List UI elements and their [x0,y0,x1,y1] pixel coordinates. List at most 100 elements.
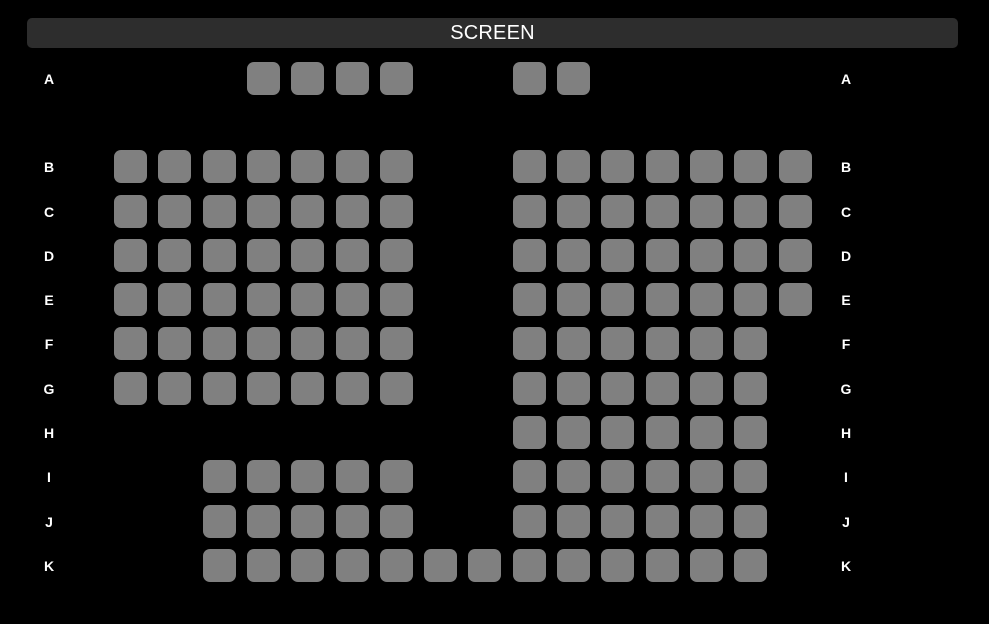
seat-k-10[interactable] [513,549,546,582]
seat-i-7[interactable] [380,460,413,493]
seat-h-10[interactable] [513,416,546,449]
seat-d-2[interactable] [158,239,191,272]
seat-c-1[interactable] [114,195,147,228]
seat-b-1[interactable] [114,150,147,183]
seat-d-16[interactable] [779,239,812,272]
seat-c-14[interactable] [690,195,723,228]
seat-g-7[interactable] [380,372,413,405]
seat-d-4[interactable] [247,239,280,272]
seat-j-3[interactable] [203,505,236,538]
seat-i-10[interactable] [513,460,546,493]
seat-g-13[interactable] [646,372,679,405]
seat-c-4[interactable] [247,195,280,228]
seat-d-10[interactable] [513,239,546,272]
seat-e-11[interactable] [557,283,590,316]
seat-g-6[interactable] [336,372,369,405]
seat-e-7[interactable] [380,283,413,316]
seat-k-5[interactable] [291,549,324,582]
seat-e-12[interactable] [601,283,634,316]
seat-b-2[interactable] [158,150,191,183]
seat-g-1[interactable] [114,372,147,405]
seat-k-4[interactable] [247,549,280,582]
seat-j-5[interactable] [291,505,324,538]
seat-k-15[interactable] [734,549,767,582]
seat-c-7[interactable] [380,195,413,228]
seat-d-13[interactable] [646,239,679,272]
seat-d-15[interactable] [734,239,767,272]
seat-i-12[interactable] [601,460,634,493]
seat-g-5[interactable] [291,372,324,405]
seat-j-11[interactable] [557,505,590,538]
seat-h-12[interactable] [601,416,634,449]
seat-j-10[interactable] [513,505,546,538]
seat-d-12[interactable] [601,239,634,272]
seat-b-14[interactable] [690,150,723,183]
seat-a-10[interactable] [513,62,546,95]
seat-i-3[interactable] [203,460,236,493]
seat-k-9[interactable] [468,549,501,582]
seat-d-7[interactable] [380,239,413,272]
seat-h-14[interactable] [690,416,723,449]
seat-k-8[interactable] [424,549,457,582]
seat-k-6[interactable] [336,549,369,582]
seat-i-4[interactable] [247,460,280,493]
seat-g-11[interactable] [557,372,590,405]
seat-d-6[interactable] [336,239,369,272]
seat-c-15[interactable] [734,195,767,228]
seat-g-12[interactable] [601,372,634,405]
seat-e-2[interactable] [158,283,191,316]
seat-e-4[interactable] [247,283,280,316]
seat-g-3[interactable] [203,372,236,405]
seat-f-11[interactable] [557,327,590,360]
seat-c-5[interactable] [291,195,324,228]
seat-e-14[interactable] [690,283,723,316]
seat-a-5[interactable] [291,62,324,95]
seat-f-6[interactable] [336,327,369,360]
seat-b-6[interactable] [336,150,369,183]
seat-f-10[interactable] [513,327,546,360]
seat-f-7[interactable] [380,327,413,360]
seat-b-4[interactable] [247,150,280,183]
seat-c-12[interactable] [601,195,634,228]
seat-e-10[interactable] [513,283,546,316]
seat-g-2[interactable] [158,372,191,405]
seat-j-15[interactable] [734,505,767,538]
seat-b-15[interactable] [734,150,767,183]
seat-a-11[interactable] [557,62,590,95]
seat-b-5[interactable] [291,150,324,183]
seat-e-5[interactable] [291,283,324,316]
seat-f-2[interactable] [158,327,191,360]
seat-j-13[interactable] [646,505,679,538]
seat-j-6[interactable] [336,505,369,538]
seat-j-14[interactable] [690,505,723,538]
seat-h-15[interactable] [734,416,767,449]
seat-e-13[interactable] [646,283,679,316]
seat-g-10[interactable] [513,372,546,405]
seat-e-16[interactable] [779,283,812,316]
seat-d-14[interactable] [690,239,723,272]
seat-c-2[interactable] [158,195,191,228]
seat-f-12[interactable] [601,327,634,360]
seat-k-14[interactable] [690,549,723,582]
seat-f-13[interactable] [646,327,679,360]
seat-k-7[interactable] [380,549,413,582]
seat-c-16[interactable] [779,195,812,228]
seat-c-13[interactable] [646,195,679,228]
seat-f-3[interactable] [203,327,236,360]
seat-b-3[interactable] [203,150,236,183]
seat-k-11[interactable] [557,549,590,582]
seat-g-4[interactable] [247,372,280,405]
seat-b-11[interactable] [557,150,590,183]
seat-e-15[interactable] [734,283,767,316]
seat-j-12[interactable] [601,505,634,538]
seat-b-7[interactable] [380,150,413,183]
seat-j-4[interactable] [247,505,280,538]
seat-j-7[interactable] [380,505,413,538]
seat-d-1[interactable] [114,239,147,272]
seat-d-11[interactable] [557,239,590,272]
seat-i-14[interactable] [690,460,723,493]
seat-a-6[interactable] [336,62,369,95]
seat-b-10[interactable] [513,150,546,183]
seat-k-13[interactable] [646,549,679,582]
seat-c-10[interactable] [513,195,546,228]
